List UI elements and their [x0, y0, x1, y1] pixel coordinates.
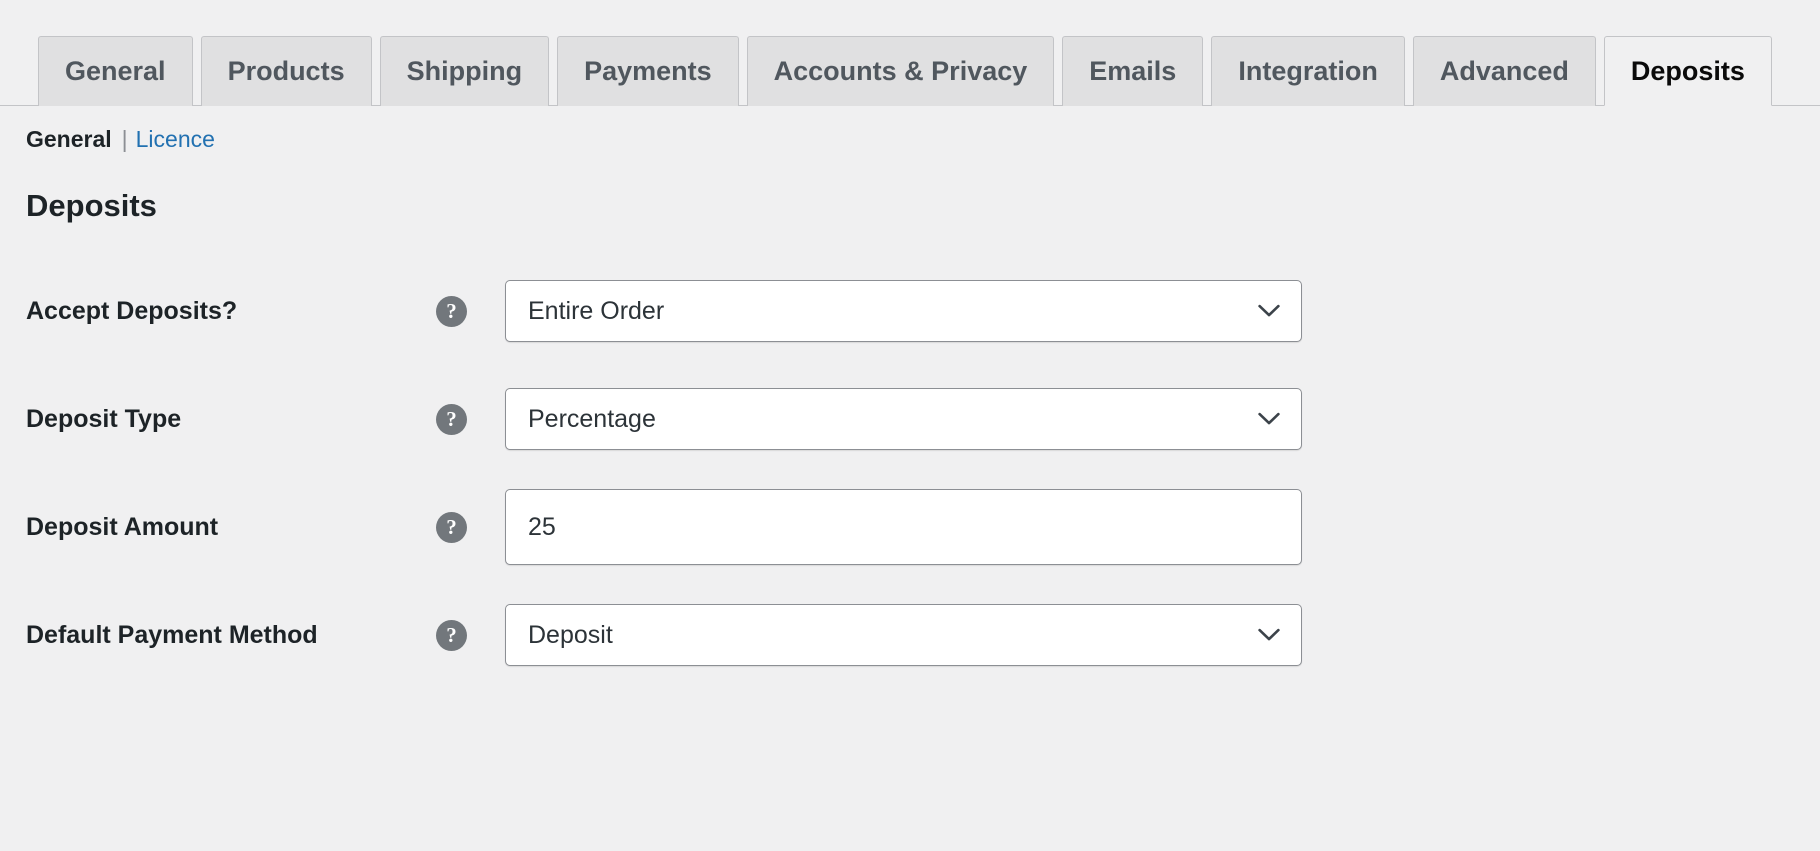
- subnav-item-licence[interactable]: Licence: [136, 128, 215, 151]
- page-title: Deposits: [26, 188, 157, 223]
- input-deposit-amount[interactable]: 25: [505, 489, 1302, 566]
- field-wrapper-default-payment-method: Deposit: [505, 604, 1302, 667]
- help-icon-deposit-type[interactable]: ?: [436, 403, 467, 435]
- field-wrapper-accept-deposits: Entire Order: [505, 280, 1302, 343]
- settings-tab-bar: General Products Shipping Payments Accounts …: [0, 35, 1820, 106]
- tab-emails[interactable]: Emails: [1062, 36, 1204, 106]
- deposits-settings-form: Accept Deposits?? Entire Order Deposit Typ…: [0, 257, 1820, 689]
- form-row-default-payment-method: Default Payment Method? Deposit: [0, 581, 1820, 689]
- field-wrapper-deposit-amount: 25: [505, 489, 1302, 566]
- subnav-separator: |: [121, 126, 128, 152]
- form-row-accept-deposits: Accept Deposits?? Entire Order: [0, 257, 1820, 365]
- tab-accounts-privacy[interactable]: Accounts & Privacy: [746, 36, 1055, 106]
- tab-products[interactable]: Products: [200, 36, 372, 106]
- tab-payments[interactable]: Payments: [557, 36, 739, 106]
- help-icon-deposit-amount[interactable]: ?: [436, 511, 467, 543]
- field-wrapper-deposit-type: Percentage: [505, 388, 1302, 451]
- help-icon-accept-deposits[interactable]: ?: [436, 295, 467, 327]
- tab-deposits[interactable]: Deposits: [1603, 36, 1772, 106]
- tab-shipping[interactable]: Shipping: [379, 36, 550, 106]
- label-deposit-type: Deposit Type: [26, 405, 182, 434]
- form-row-deposit-type: Deposit Type? Percentage: [0, 365, 1820, 473]
- subnav: General | Licence: [0, 106, 1820, 151]
- label-deposit-amount: Deposit Amount: [26, 513, 219, 542]
- form-row-deposit-amount: Deposit Amount? 25: [0, 473, 1820, 581]
- help-icon-default-payment-method[interactable]: ?: [436, 619, 467, 651]
- select-default-payment-method[interactable]: Deposit: [505, 604, 1302, 667]
- select-accept-deposits[interactable]: Entire Order: [505, 280, 1302, 343]
- subnav-item-general[interactable]: General: [26, 128, 112, 151]
- label-accept-deposits: Accept Deposits?: [26, 297, 238, 326]
- select-deposit-type[interactable]: Percentage: [505, 388, 1302, 451]
- tab-integration[interactable]: Integration: [1211, 36, 1405, 106]
- tab-general[interactable]: General: [38, 36, 193, 106]
- label-default-payment-method: Default Payment Method: [26, 621, 318, 650]
- tab-advanced[interactable]: Advanced: [1412, 36, 1596, 106]
